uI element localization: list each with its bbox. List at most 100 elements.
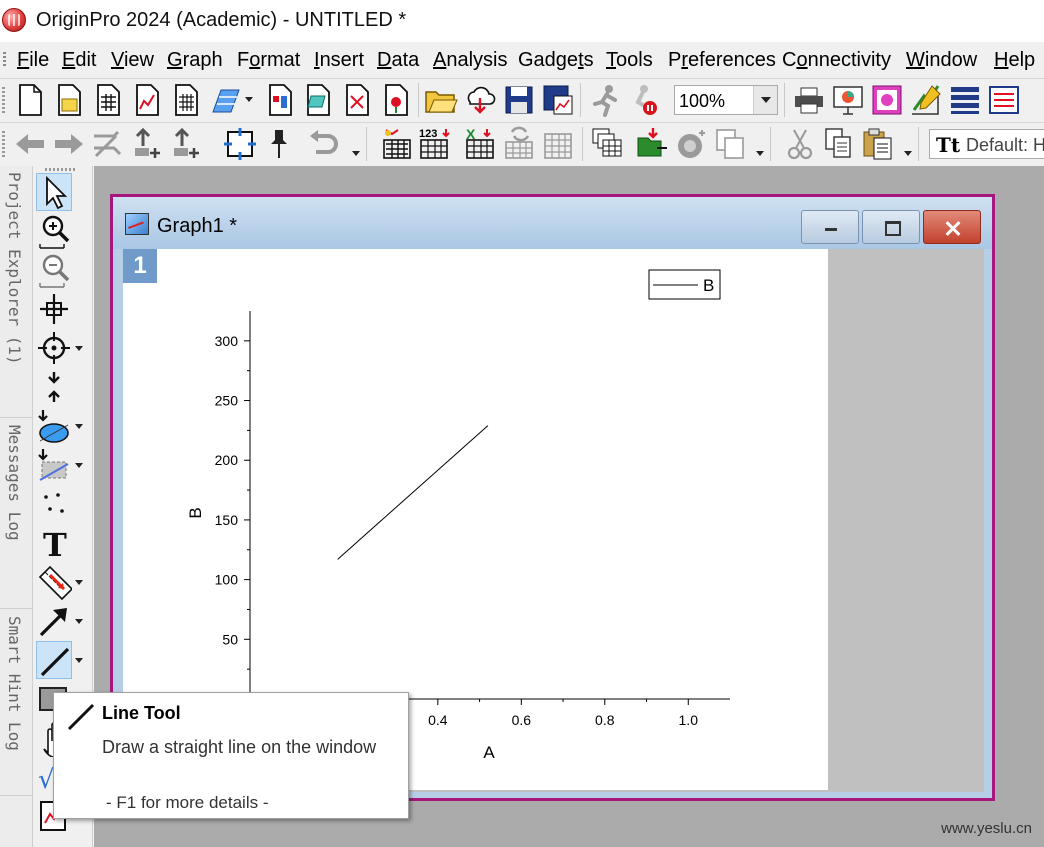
cut-icon[interactable] [782,126,818,162]
graph-window-icon[interactable] [125,213,149,235]
slide-show-icon[interactable] [830,82,866,118]
y-tick-label[interactable]: 300 [215,333,239,349]
zoom-out-tool-icon[interactable] [36,251,72,289]
merge-graph-icon[interactable] [90,126,126,162]
line-tool-icon[interactable] [36,641,72,679]
menu-connectivity[interactable]: Connectivity [782,49,891,72]
close-button[interactable] [923,210,981,244]
menu-file[interactable]: File [17,49,49,72]
tools-toolbar-grip[interactable] [45,168,75,171]
batch-plot-icon[interactable] [635,126,671,162]
y-tick-label[interactable]: 100 [215,572,239,588]
tab-messages-log[interactable]: Messages Log [0,419,32,609]
y-tick-label[interactable]: 200 [215,452,239,468]
menu-data[interactable]: Data [377,49,419,72]
pointer-tool-icon[interactable] [36,173,72,211]
go-back-icon[interactable] [12,126,48,162]
minimize-button[interactable] [801,210,859,244]
menu-view[interactable]: View [111,49,154,72]
annotation-tool-icon[interactable] [36,368,72,406]
tab-project-explorer[interactable]: Project Explorer (1) [0,166,32,418]
x-tick-label[interactable]: 0.4 [428,712,448,728]
line-tool-dropdown-icon[interactable] [75,658,83,663]
font-selector[interactable]: Tt Default: Ha [929,129,1044,159]
arrow-tool-icon[interactable] [36,602,72,640]
undo-icon[interactable] [306,126,342,162]
stop-recalculate-icon[interactable] [626,82,662,118]
ruler-dropdown-icon[interactable] [75,580,83,585]
new-layout-icon[interactable] [262,82,298,118]
menu-insert[interactable]: Insert [314,49,364,72]
menu-window[interactable]: Window [906,49,977,72]
new-folder-doc-icon[interactable] [51,82,87,118]
zoom-dropdown-icon[interactable] [753,86,777,114]
paste-dropdown-icon[interactable] [904,151,912,156]
go-forward-icon[interactable] [51,126,87,162]
add-layer-icon[interactable] [129,126,165,162]
menu-edit[interactable]: Edit [62,49,96,72]
import-excel-icon[interactable]: X [463,126,499,162]
x-axis-title[interactable]: A [483,743,495,762]
series-line-b[interactable] [337,425,489,560]
reimport-icon[interactable] [502,126,538,162]
new-graph-icon[interactable] [129,82,165,118]
zoom-combo[interactable]: 100% [674,85,778,115]
screen-reader-tool-icon[interactable] [36,290,72,328]
code-builder-icon[interactable] [986,82,1022,118]
legend-label[interactable]: B [703,276,714,295]
text-tool-icon[interactable]: T [36,524,72,564]
new-project-icon[interactable] [12,82,48,118]
menu-grip[interactable] [3,52,6,68]
toolbar-grip[interactable] [2,131,5,157]
y-tick-label[interactable]: 150 [215,512,239,528]
y-axis-title[interactable]: B [186,507,205,518]
mask-tool-dropdown-icon[interactable] [75,463,83,468]
more-tools-dropdown-icon[interactable] [756,151,764,156]
x-tick-label[interactable]: 0.6 [512,712,532,728]
y-tick-label[interactable]: 50 [222,631,238,647]
menu-graph[interactable]: Graph [167,49,223,72]
layer-number-badge[interactable]: 1 [123,249,157,283]
data-reader-tool-icon[interactable] [36,329,72,367]
menu-gadgets[interactable]: Gadgets [518,49,594,72]
new-3d-graph-icon[interactable] [378,82,414,118]
export-pptx-icon[interactable] [869,82,905,118]
draw-data-tool-icon[interactable] [36,485,72,523]
y-tick-label[interactable]: 250 [215,393,239,409]
new-workbook-icon[interactable] [90,82,126,118]
pin-icon[interactable] [261,126,297,162]
recalculate-icon[interactable] [587,82,623,118]
open-cloud-icon[interactable] [462,82,498,118]
duplicate-window-icon[interactable] [590,126,626,162]
origin-logo-icon[interactable] [2,8,26,32]
arrow-tool-dropdown-icon[interactable] [75,619,83,624]
save-project-icon[interactable] [501,82,537,118]
mask-tool-icon[interactable] [36,446,72,484]
x-tick-label[interactable]: 0.8 [595,712,615,728]
x-tick-label[interactable]: 1.0 [679,712,699,728]
new-excel-icon[interactable] [339,82,375,118]
undo-dropdown-icon[interactable] [352,151,360,156]
save-template-icon[interactable] [540,82,576,118]
app-center-icon[interactable] [674,126,710,162]
menu-format[interactable]: Format [237,49,300,72]
menu-help[interactable]: Help [994,49,1035,72]
rescale-icon[interactable] [222,126,258,162]
data-reader-dropdown-icon[interactable] [75,346,83,351]
import-single-ascii-icon[interactable]: 123 [417,126,453,162]
new-notes-icon[interactable] [300,82,336,118]
list-view-icon[interactable] [947,82,983,118]
maximize-button[interactable] [862,210,920,244]
menu-analysis[interactable]: Analysis [433,49,507,72]
tab-smart-hint-log[interactable]: Smart Hint Log [0,610,32,796]
graph-window-titlebar[interactable]: Graph1 * [113,197,992,249]
menu-tools[interactable]: Tools [606,49,653,72]
menu-preferences[interactable]: Preferences [668,49,776,72]
ruler-tool-icon[interactable] [36,563,74,601]
new-function-icon[interactable] [207,82,243,118]
toolbar-grip[interactable] [2,87,5,113]
new-function-dropdown-icon[interactable] [245,97,253,102]
import-wizard-icon[interactable] [378,126,414,162]
paste-icon[interactable] [860,126,896,162]
import-filter-icon[interactable] [541,126,577,162]
